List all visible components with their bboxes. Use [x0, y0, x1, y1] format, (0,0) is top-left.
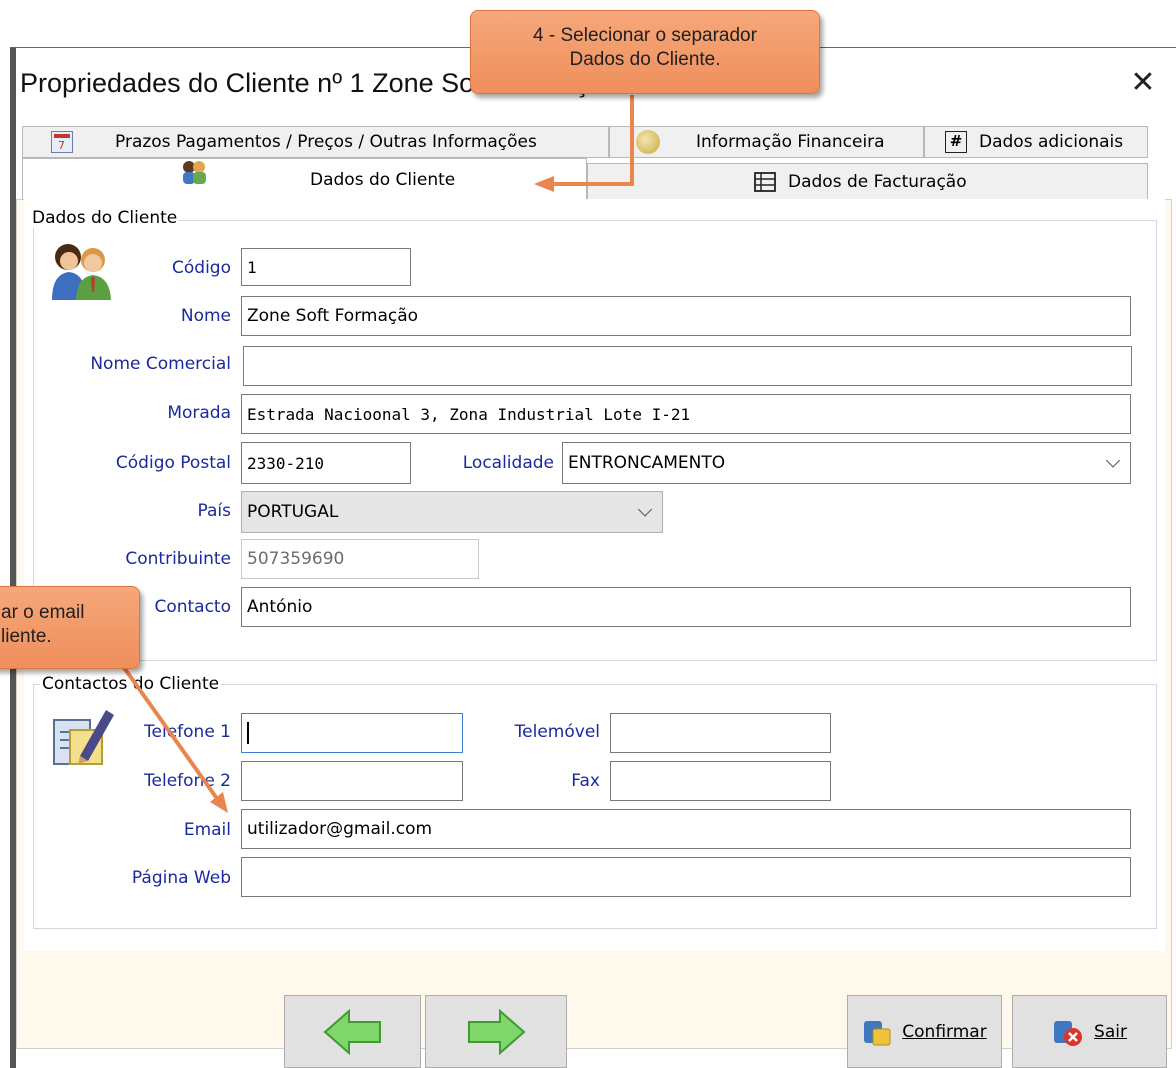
callout-step4-line1: 4 - Selecionar o separador: [533, 25, 757, 46]
callout-email-line2: liente.: [1, 626, 52, 647]
callout-email-line1: ar o email: [1, 602, 85, 623]
callout-step4-line2: Dados do Cliente.: [569, 49, 721, 70]
callout-step4: 4 - Selecionar o separador Dados do Clie…: [470, 10, 820, 94]
callout-email: ar o email liente.: [0, 586, 140, 669]
annotation-arrows: [118, 95, 634, 813]
